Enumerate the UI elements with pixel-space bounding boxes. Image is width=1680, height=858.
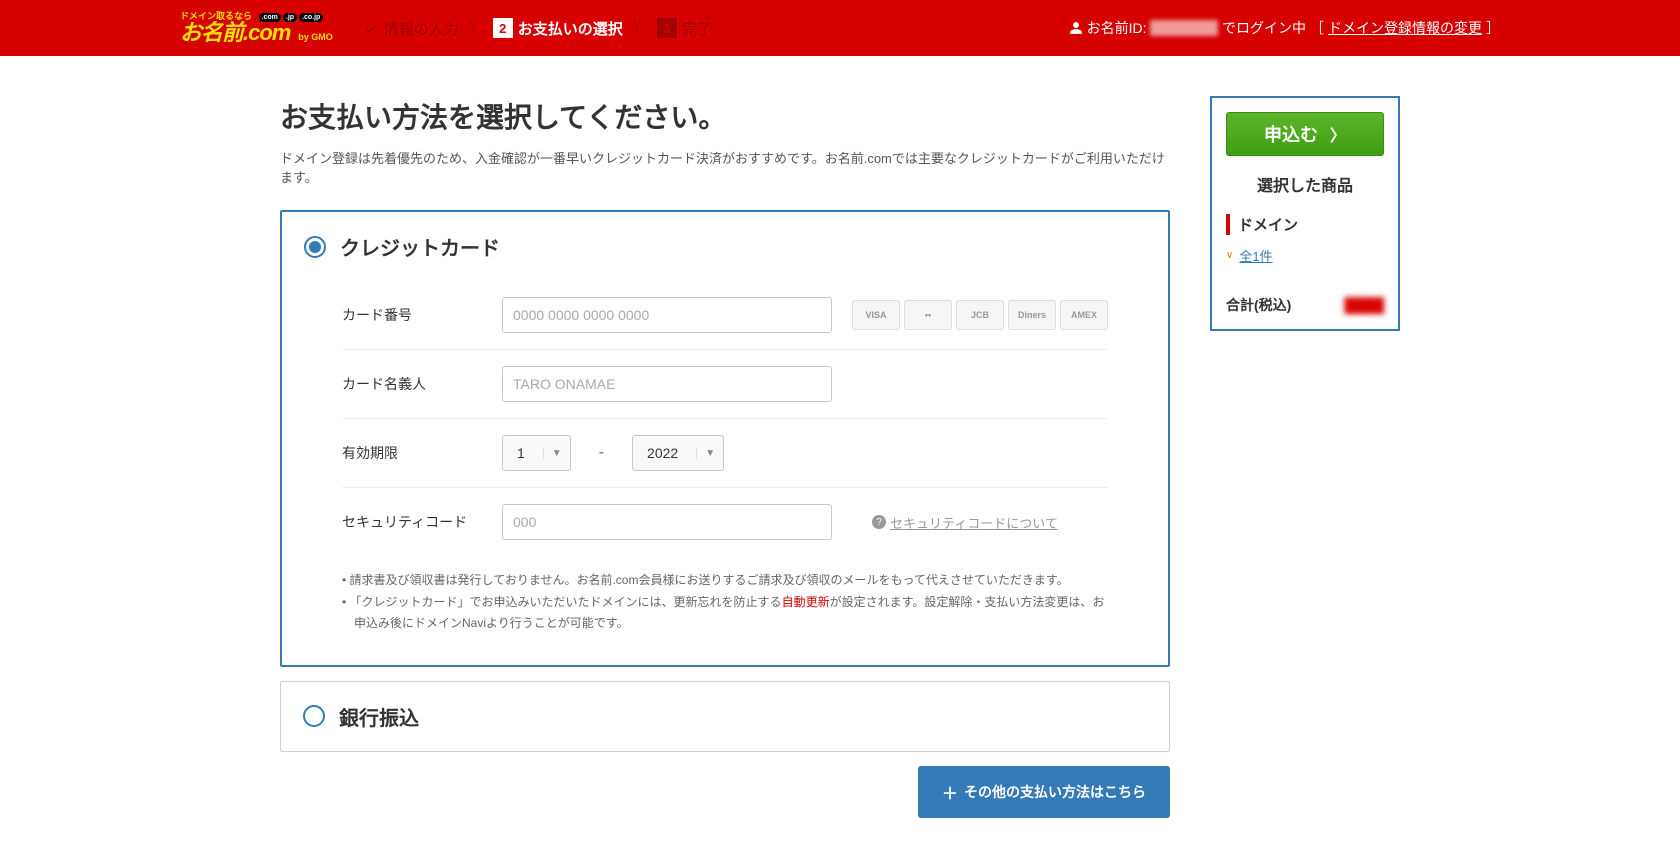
- visa-icon: VISA: [852, 300, 900, 330]
- user-icon: [1069, 21, 1083, 35]
- total-label: 合計(税込): [1226, 295, 1291, 315]
- page-title: お支払い方法を選択してください。: [280, 96, 1170, 136]
- cvc-help-link[interactable]: セキュリティコードについて: [872, 513, 1058, 532]
- payment-option-bank[interactable]: 銀行振込: [281, 682, 1169, 751]
- page-description: ドメイン登録は先着優先のため、入金確認が一番早いクレジットカード決済がおすすめで…: [280, 148, 1170, 186]
- radio-bank[interactable]: [303, 705, 325, 727]
- progress-steps: 情報の入力 〉 2 お支払いの選択 〉 3 完了: [363, 18, 1069, 39]
- change-registration-link[interactable]: ドメイン登録情報の変更: [1328, 18, 1482, 38]
- main-content: お支払い方法を選択してください。 ドメイン登録は先着優先のため、入金確認が一番早…: [280, 96, 1170, 818]
- bank-title: 銀行振込: [339, 702, 419, 731]
- user-id-masked: ██████: [1150, 20, 1218, 36]
- sidebar-title: 選択した商品: [1226, 172, 1384, 196]
- card-name-input[interactable]: [502, 366, 832, 402]
- user-id-suffix: でログイン中: [1222, 18, 1306, 38]
- sidebar: 申込む 〉 選択した商品 ドメイン ∨ 全1件 合計(税込) ████: [1210, 96, 1400, 331]
- credit-title: クレジットカード: [340, 232, 500, 261]
- more-payment-button[interactable]: ＋ その他の支払い方法はこちら: [918, 766, 1170, 818]
- logo-text: お名前.com: [180, 20, 290, 45]
- amex-icon: AMEX: [1060, 300, 1108, 330]
- chevron-right-icon: 〉: [633, 18, 647, 38]
- user-id-prefix: お名前ID:: [1087, 18, 1147, 38]
- step-1: 情報の入力: [363, 18, 459, 39]
- payment-option-credit[interactable]: クレジットカード: [282, 212, 1168, 281]
- chevron-right-icon: 〉: [469, 18, 483, 38]
- radio-credit[interactable]: [304, 236, 326, 258]
- domain-expand[interactable]: ∨ 全1件: [1226, 246, 1273, 265]
- card-brands: VISA •• JCB Diners AMEX: [852, 300, 1108, 330]
- total-value: ████: [1344, 297, 1384, 313]
- card-number-input[interactable]: [502, 297, 832, 333]
- payment-panel-bank: 銀行振込: [280, 681, 1170, 752]
- label-cvc: セキュリティコード: [342, 512, 482, 532]
- mastercard-icon: ••: [904, 300, 952, 330]
- apply-button[interactable]: 申込む 〉: [1226, 112, 1384, 156]
- step-number: 3: [657, 18, 677, 38]
- label-card-name: カード名義人: [342, 374, 482, 394]
- domain-count-link[interactable]: 全1件: [1239, 246, 1272, 265]
- separator: -: [599, 444, 604, 462]
- expiry-year-select[interactable]: 2022 ▼: [632, 435, 724, 471]
- expiry-month-select[interactable]: 1 ▼: [502, 435, 571, 471]
- label-expiry: 有効期限: [342, 443, 482, 463]
- diners-icon: Diners: [1008, 300, 1056, 330]
- step-2: 2 お支払いの選択: [493, 18, 623, 39]
- plus-icon: ＋: [942, 780, 958, 804]
- sidebar-total: 合計(税込) ████: [1226, 295, 1384, 315]
- chevron-right-icon: 〉: [1330, 122, 1346, 146]
- payment-panel-credit: クレジットカード カード番号 VISA •• JCB Diners AMEX カ…: [280, 210, 1170, 667]
- chevron-down-icon: ∨: [1226, 250, 1233, 261]
- payment-notes: 請求書及び領収書は発行しておりません。お名前.com会員様にお送りするご請求及び…: [342, 556, 1108, 635]
- chevron-down-icon: ▼: [696, 448, 715, 459]
- step-3: 3 完了: [657, 18, 712, 39]
- note-item: 請求書及び領収書は発行しておりません。お名前.com会員様にお送りするご請求及び…: [342, 570, 1108, 592]
- label-card-number: カード番号: [342, 305, 482, 325]
- sidebar-section-domain: ドメイン: [1226, 214, 1384, 235]
- step-number: 2: [493, 18, 513, 38]
- check-icon: [363, 20, 379, 36]
- cvc-input[interactable]: [502, 504, 832, 540]
- note-item: 「クレジットカード」でお申込みいただいたドメインには、更新忘れを防止する自動更新…: [342, 592, 1108, 635]
- header: ドメイン取るなら .com.jp.co.jp お名前.com by GMO 情報…: [0, 0, 1680, 56]
- logo[interactable]: ドメイン取るなら .com.jp.co.jp お名前.com by GMO: [180, 12, 333, 44]
- jcb-icon: JCB: [956, 300, 1004, 330]
- bracket: ］: [1486, 18, 1500, 38]
- user-info: お名前ID: ██████ でログイン中 ［ ドメイン登録情報の変更 ］: [1069, 18, 1500, 38]
- logo-suffix: by GMO: [298, 32, 333, 42]
- bracket: ［: [1310, 18, 1324, 38]
- chevron-down-icon: ▼: [543, 448, 562, 459]
